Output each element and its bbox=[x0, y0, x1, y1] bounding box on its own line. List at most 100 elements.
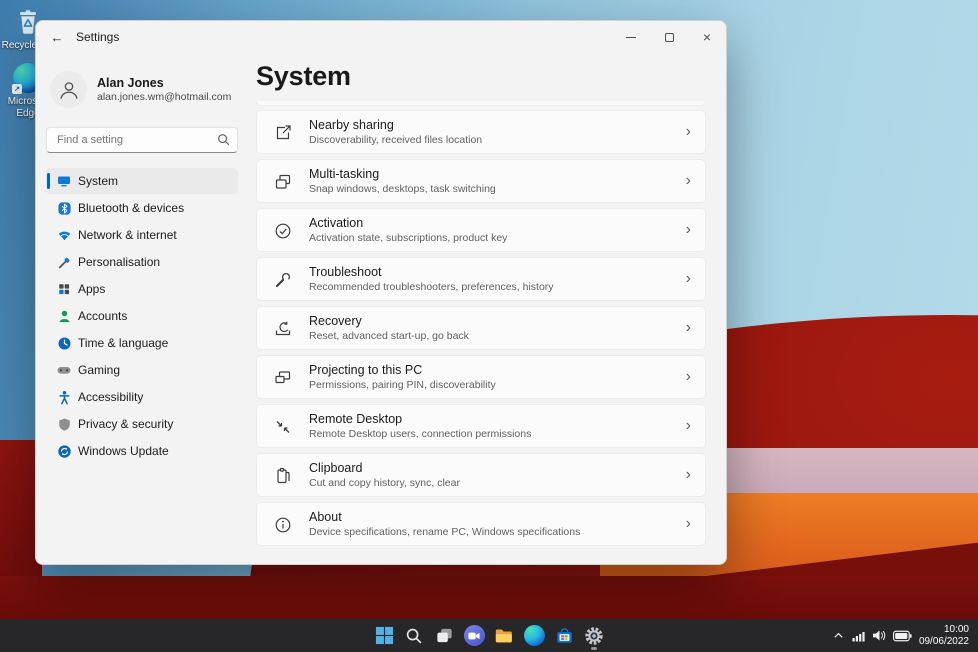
close-button[interactable]: × bbox=[688, 21, 726, 53]
chat-button[interactable] bbox=[459, 619, 489, 652]
sidebar-item-personalisation[interactable]: Personalisation bbox=[46, 249, 238, 275]
multi-tasking-icon bbox=[273, 172, 293, 192]
search-box bbox=[46, 127, 238, 153]
settings-item-title: Remote Desktop bbox=[309, 411, 403, 426]
sidebar: Alan Jones alan.jones.wm@hotmail.com Fin… bbox=[36, 53, 248, 564]
settings-item-activation[interactable]: Activation Activation state, subscription… bbox=[256, 208, 706, 252]
windows-logo-icon bbox=[375, 626, 393, 645]
main-panel: System Nearby sharing Discoverability, re… bbox=[248, 53, 726, 564]
settings-item-multi-tasking[interactable]: Multi-tasking Snap windows, desktops, tas… bbox=[256, 159, 706, 203]
settings-item-title: Clipboard bbox=[309, 460, 363, 475]
wifi-icon bbox=[56, 227, 72, 243]
settings-item-remote-desktop[interactable]: Remote Desktop Remote Desktop users, conn… bbox=[256, 404, 706, 448]
settings-item-nearby-sharing[interactable]: Nearby sharing Discoverability, received … bbox=[256, 110, 706, 154]
file-explorer-button[interactable] bbox=[489, 619, 519, 652]
tray-date: 09/06/2022 bbox=[918, 635, 969, 647]
back-button[interactable]: ← bbox=[42, 24, 72, 50]
settings-item-title: Nearby sharing bbox=[309, 117, 394, 132]
settings-item-subtitle: Remote Desktop users, connection permiss… bbox=[309, 427, 532, 440]
sidebar-item-windows-update[interactable]: Windows Update bbox=[46, 438, 238, 464]
accessibility-person-icon bbox=[56, 389, 72, 405]
sidebar-item-gaming[interactable]: Gaming bbox=[46, 357, 238, 383]
tray-status-icons[interactable] bbox=[852, 629, 912, 642]
sidebar-item-network-internet[interactable]: Network & internet bbox=[46, 222, 238, 248]
task-view-button[interactable] bbox=[429, 619, 459, 652]
tray-chevron-up-icon[interactable] bbox=[832, 629, 845, 642]
settings-item-recovery[interactable]: Recovery Reset, advanced start-up, go bac… bbox=[256, 306, 706, 350]
settings-item-clipboard[interactable]: Clipboard Cut and copy history, sync, cle… bbox=[256, 453, 706, 497]
chevron-right-icon: › bbox=[685, 368, 691, 385]
taskbar: 10:00 09/06/2022 bbox=[0, 619, 978, 652]
shield-icon bbox=[56, 416, 72, 432]
network-signal-icon bbox=[852, 631, 865, 641]
chevron-right-icon: › bbox=[685, 270, 691, 287]
settings-item-projecting-to-this-pc[interactable]: Projecting to this PC Permissions, pairin… bbox=[256, 355, 706, 399]
settings-item-subtitle: Recommended troubleshooters, preferences… bbox=[309, 280, 554, 293]
file-explorer-icon bbox=[495, 628, 512, 642]
settings-item-title: Recovery bbox=[309, 313, 362, 328]
tray-time: 10:00 bbox=[943, 623, 969, 635]
settings-item-subtitle: Permissions, pairing PIN, discoverabilit… bbox=[309, 378, 496, 391]
chevron-right-icon: › bbox=[685, 319, 691, 336]
taskbar-search-button[interactable] bbox=[399, 619, 429, 652]
minimize-button[interactable] bbox=[612, 21, 650, 53]
apps-grid-icon bbox=[56, 281, 72, 297]
settings-item-subtitle: Discoverability, received files location bbox=[309, 133, 483, 146]
battery-icon bbox=[892, 630, 912, 641]
sidebar-item-privacy-security[interactable]: Privacy & security bbox=[46, 411, 238, 437]
game-controller-icon bbox=[56, 362, 72, 378]
chevron-right-icon: › bbox=[685, 221, 691, 238]
settings-item-subtitle: Cut and copy history, sync, clear bbox=[309, 476, 460, 489]
chevron-right-icon: › bbox=[685, 466, 691, 483]
sidebar-item-apps[interactable]: Apps bbox=[46, 276, 238, 302]
window-title: Settings bbox=[76, 30, 120, 44]
profile[interactable]: Alan Jones alan.jones.wm@hotmail.com bbox=[50, 71, 238, 108]
activation-check-icon bbox=[273, 221, 293, 241]
store-button[interactable] bbox=[549, 619, 579, 652]
minimize-icon bbox=[626, 36, 636, 38]
chat-icon bbox=[463, 625, 485, 646]
chevron-right-icon: › bbox=[685, 123, 691, 140]
settings-item-partial[interactable] bbox=[256, 101, 706, 106]
sidebar-item-time-language[interactable]: Time & language bbox=[46, 330, 238, 356]
gear-icon bbox=[585, 626, 603, 645]
settings-item-subtitle: Snap windows, desktops, task switching bbox=[309, 182, 496, 195]
chevron-right-icon: › bbox=[685, 515, 691, 532]
settings-item-about[interactable]: About Device specifications, rename PC, W… bbox=[256, 502, 706, 546]
avatar bbox=[50, 71, 87, 108]
recovery-icon bbox=[273, 319, 293, 339]
system-tray: 10:00 09/06/2022 bbox=[832, 619, 978, 652]
task-view-icon bbox=[436, 628, 452, 643]
sidebar-item-accessibility[interactable]: Accessibility bbox=[46, 384, 238, 410]
shortcut-arrow-icon: ↗ bbox=[12, 84, 22, 94]
settings-window: ← Settings × Alan Jones alan.jones.wm@ho… bbox=[35, 20, 727, 565]
sidebar-item-system[interactable]: System bbox=[46, 168, 238, 194]
settings-item-subtitle: Reset, advanced start-up, go back bbox=[309, 329, 469, 342]
start-button[interactable] bbox=[369, 619, 399, 652]
bluetooth-icon bbox=[56, 200, 72, 216]
accounts-person-icon bbox=[56, 308, 72, 324]
clipboard-icon bbox=[273, 466, 293, 486]
sidebar-item-accounts[interactable]: Accounts bbox=[46, 303, 238, 329]
remote-desktop-icon bbox=[273, 417, 293, 437]
settings-item-title: About bbox=[309, 509, 342, 524]
wrench-icon bbox=[273, 270, 293, 290]
window-controls: × bbox=[612, 21, 726, 53]
settings-item-troubleshoot[interactable]: Troubleshoot Recommended troubleshooters,… bbox=[256, 257, 706, 301]
desktop: Recycle Bin ↗ Microsoft Edge ← Settings … bbox=[0, 0, 978, 652]
chevron-right-icon: › bbox=[685, 417, 691, 434]
settings-taskbar-button[interactable] bbox=[579, 619, 609, 652]
active-app-indicator bbox=[591, 647, 597, 650]
chevron-right-icon: › bbox=[685, 172, 691, 189]
settings-item-title: Projecting to this PC bbox=[309, 362, 423, 377]
page-title: System bbox=[256, 61, 351, 91]
edge-button[interactable] bbox=[519, 619, 549, 652]
maximize-button[interactable] bbox=[650, 21, 688, 53]
maximize-icon bbox=[664, 32, 674, 42]
search-input[interactable] bbox=[46, 127, 238, 153]
settings-item-title: Activation bbox=[309, 215, 364, 230]
system-icon bbox=[56, 173, 72, 189]
sidebar-item-bluetooth-devices[interactable]: Bluetooth & devices bbox=[46, 195, 238, 221]
taskbar-clock[interactable]: 10:00 09/06/2022 bbox=[919, 624, 969, 648]
projecting-icon bbox=[273, 368, 293, 388]
